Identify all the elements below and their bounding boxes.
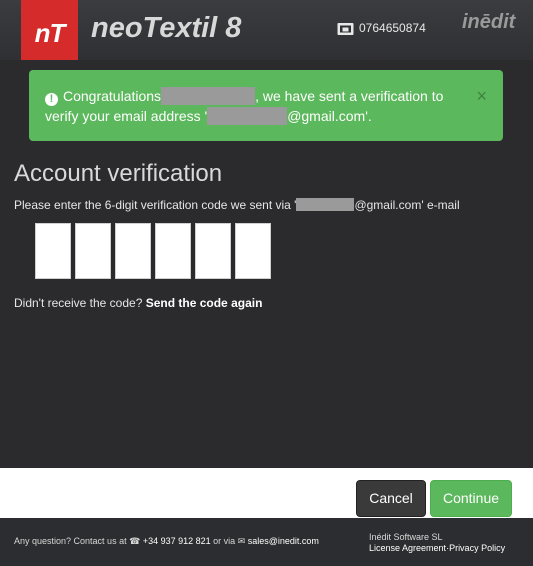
continue-button[interactable]: Continue: [430, 480, 512, 517]
alert-text-2: , we have sent a verification to: [255, 88, 444, 104]
code-digit-3[interactable]: [115, 223, 151, 279]
alert-text-1: Congratulations: [63, 88, 162, 104]
instruction-text: Please enter the 6-digit verification co…: [14, 198, 460, 212]
code-digit-4[interactable]: [155, 223, 191, 279]
redacted-email: [207, 107, 288, 125]
brand-logo: inēdit: [462, 11, 516, 33]
cancel-button[interactable]: Cancel: [356, 480, 426, 517]
telephone-icon: ☎: [129, 536, 141, 546]
app-header: nT neoTextil 8 0764650874 inēdit: [0, 0, 533, 60]
or-via: or via: [213, 536, 236, 546]
phone-icon: [337, 23, 354, 35]
resend-code-link[interactable]: Send the code again: [146, 296, 263, 310]
app-logo: nT: [21, 0, 78, 60]
resend-prefix: Didn't receive the code?: [14, 296, 143, 310]
resend-text: Didn't receive the code? Send the code a…: [14, 296, 262, 310]
code-digit-5[interactable]: [195, 223, 231, 279]
code-digit-2[interactable]: [75, 223, 111, 279]
code-digit-6[interactable]: [235, 223, 271, 279]
close-icon[interactable]: ×: [476, 86, 487, 106]
license-link[interactable]: License Agreement: [369, 543, 446, 553]
code-input-group: [35, 223, 271, 279]
app-title: neoTextil 8: [91, 12, 242, 44]
header-phone-number: 0764650874: [359, 21, 426, 35]
success-alert: ! Congratulations , we have sent a verific…: [29, 70, 503, 141]
code-digit-1[interactable]: [35, 223, 71, 279]
envelope-icon: ✉: [237, 536, 246, 546]
instruction-text-2: @gmail.com' e-mail: [354, 198, 460, 212]
contact-info: Any question? Contact us at ☎ +34 937 91…: [14, 536, 319, 547]
instruction-text-1: Please enter the 6-digit verification co…: [14, 198, 297, 212]
alert-text-3: verify your email address ': [45, 108, 208, 124]
redacted-email: [296, 198, 355, 211]
footer-phone: +34 937 912 821: [142, 536, 211, 546]
redacted-name: [161, 87, 256, 105]
page-title: Account verification: [14, 160, 223, 187]
page-footer: Any question? Contact us at ☎ +34 937 91…: [0, 518, 533, 566]
company-info: Inédit Software SL License Agreement·Pri…: [369, 532, 506, 553]
privacy-link[interactable]: Privacy Policy: [449, 543, 505, 553]
contact-prefix: Any question? Contact us at: [14, 536, 127, 546]
exclamation-icon: !: [45, 93, 58, 106]
alert-text-4: @gmail.com'.: [287, 108, 372, 124]
footer-email-link[interactable]: sales@inedit.com: [248, 536, 319, 546]
company-name: Inédit Software SL: [369, 532, 443, 542]
